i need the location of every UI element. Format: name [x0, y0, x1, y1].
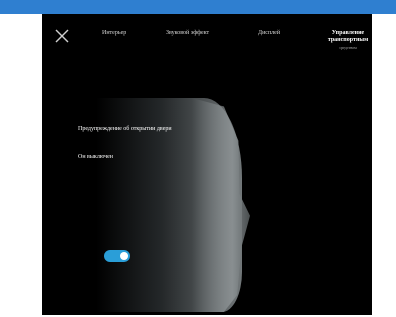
door-warning-toggle[interactable] [104, 250, 130, 262]
close-button[interactable] [54, 28, 70, 44]
tab-interior[interactable]: Интерьер [102, 30, 126, 36]
tab-display[interactable]: Дисплей [258, 30, 280, 36]
top-color-bar [0, 0, 396, 14]
door-open-warning-label: Предупреждение об открытии двери [78, 126, 172, 132]
mode-status-label: Он выключен [78, 154, 113, 160]
tab-vehicle-control-label: Управление транспортным [327, 30, 369, 43]
tab-vehicle-control[interactable]: Управление транспортным средством [324, 30, 372, 51]
tab-sound-effect[interactable]: Звуковой эффект [166, 30, 209, 36]
toggle-knob [120, 252, 128, 260]
settings-screen: Интерьер Звуковой эффект Дисплей Управле… [42, 14, 372, 315]
tab-vehicle-control-sub: средством [339, 45, 357, 50]
close-icon [55, 29, 69, 43]
